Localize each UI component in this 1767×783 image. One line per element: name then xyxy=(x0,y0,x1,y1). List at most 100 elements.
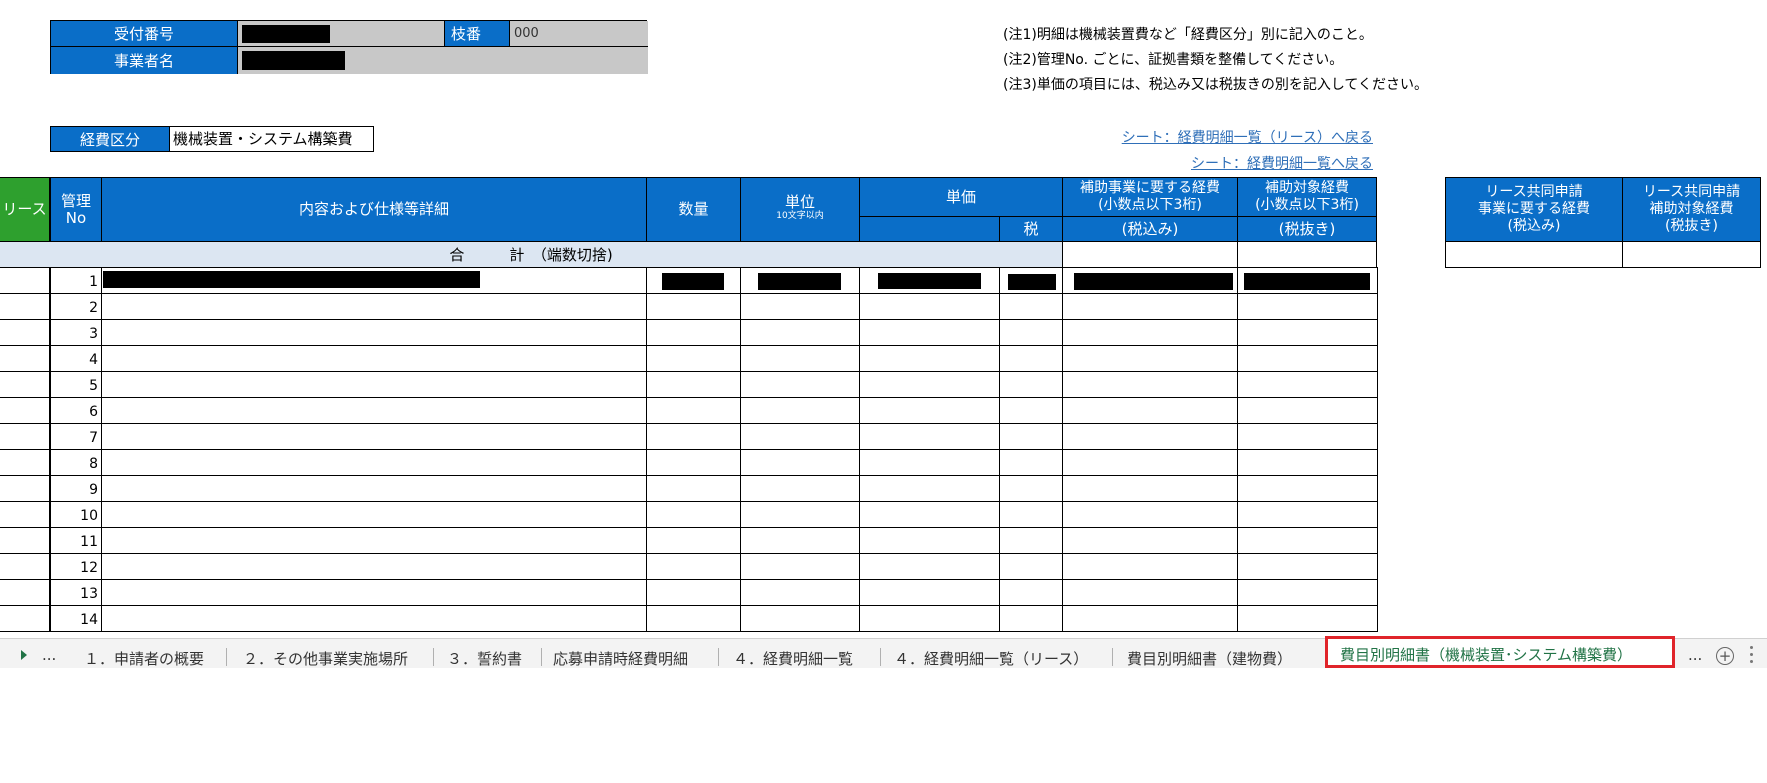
unit-cell[interactable] xyxy=(740,345,860,372)
unit-cell[interactable] xyxy=(740,605,860,632)
lease-cell[interactable] xyxy=(0,475,50,502)
unit-cell[interactable] xyxy=(740,449,860,476)
lease-cell[interactable] xyxy=(0,397,50,424)
price-cell[interactable] xyxy=(859,605,1000,632)
mgmt-no-cell[interactable]: 2 xyxy=(50,293,102,320)
mgmt-no-cell[interactable]: 8 xyxy=(50,449,102,476)
total-a-cell[interactable] xyxy=(1062,475,1238,502)
mgmt-no-cell[interactable]: 14 xyxy=(50,605,102,632)
price-cell[interactable] xyxy=(859,397,1000,424)
total-b-cell[interactable] xyxy=(1237,475,1378,502)
total-b-cell[interactable] xyxy=(1237,423,1378,450)
tax-cell[interactable] xyxy=(999,449,1063,476)
lease-cell[interactable] xyxy=(0,345,50,372)
tab-expense-list-lease[interactable]: ４．経費明細一覧（リース） xyxy=(894,648,1088,668)
lease-cell[interactable] xyxy=(0,527,50,554)
business-name-field[interactable] xyxy=(238,47,648,74)
total-b-cell[interactable] xyxy=(1237,397,1378,424)
quantity-cell[interactable] xyxy=(646,449,741,476)
quantity-cell[interactable] xyxy=(646,579,741,606)
quantity-cell[interactable] xyxy=(646,475,741,502)
detail-cell[interactable] xyxy=(101,397,647,424)
mgmt-no-cell[interactable]: 9 xyxy=(50,475,102,502)
lease-cell[interactable] xyxy=(0,605,50,632)
quantity-cell[interactable] xyxy=(646,553,741,580)
unit-cell[interactable] xyxy=(740,319,860,346)
tab-building-expense[interactable]: 費目別明細書（建物費） xyxy=(1127,648,1292,668)
lease-cell[interactable] xyxy=(0,501,50,528)
quantity-cell[interactable] xyxy=(646,501,741,528)
price-cell[interactable] xyxy=(859,527,1000,554)
total-a-cell[interactable] xyxy=(1062,449,1238,476)
mgmt-no-cell[interactable]: 5 xyxy=(50,371,102,398)
price-cell[interactable] xyxy=(859,345,1000,372)
total-a-cell[interactable] xyxy=(1062,605,1238,632)
tab-application-expense[interactable]: 応募申請時経費明細 xyxy=(553,648,688,668)
price-cell[interactable] xyxy=(859,423,1000,450)
detail-cell[interactable] xyxy=(101,293,647,320)
side-col-b-cell[interactable] xyxy=(1622,241,1761,268)
unit-cell[interactable] xyxy=(740,475,860,502)
tab-machinery-expense-active[interactable]: 費目別明細書（機械装置･システム構築費） xyxy=(1325,636,1675,668)
total-b-cell[interactable] xyxy=(1237,293,1378,320)
sum-total-b-cell[interactable] xyxy=(1237,241,1377,268)
total-b-cell[interactable] xyxy=(1237,579,1378,606)
mgmt-no-cell[interactable]: 10 xyxy=(50,501,102,528)
unit-cell[interactable] xyxy=(740,293,860,320)
mgmt-no-cell[interactable]: 3 xyxy=(50,319,102,346)
total-b-cell[interactable] xyxy=(1237,501,1378,528)
lease-cell[interactable] xyxy=(0,423,50,450)
tax-cell[interactable] xyxy=(999,293,1063,320)
lease-cell[interactable] xyxy=(0,371,50,398)
total-b-cell[interactable] xyxy=(1237,345,1378,372)
scroll-right-arrow-icon[interactable] xyxy=(21,650,27,660)
total-a-cell[interactable] xyxy=(1062,319,1238,346)
detail-cell[interactable] xyxy=(101,553,647,580)
unit-cell[interactable] xyxy=(740,423,860,450)
tax-cell[interactable] xyxy=(999,423,1063,450)
mgmt-no-cell[interactable]: 6 xyxy=(50,397,102,424)
detail-cell[interactable] xyxy=(101,475,647,502)
detail-cell[interactable] xyxy=(101,371,647,398)
total-a-cell[interactable] xyxy=(1062,423,1238,450)
tax-cell[interactable] xyxy=(999,527,1063,554)
detail-cell[interactable] xyxy=(101,527,647,554)
price-cell[interactable] xyxy=(859,553,1000,580)
back-to-list-link[interactable]: シート：経費明細一覧へ戻る xyxy=(1080,153,1373,173)
unit-cell[interactable] xyxy=(740,579,860,606)
total-b-cell[interactable] xyxy=(1237,605,1378,632)
detail-cell[interactable] xyxy=(101,319,647,346)
total-b-cell[interactable] xyxy=(1237,449,1378,476)
tab-pledge[interactable]: ３．誓約書 xyxy=(447,648,522,668)
price-cell[interactable] xyxy=(859,501,1000,528)
tax-cell[interactable] xyxy=(999,345,1063,372)
lease-cell[interactable] xyxy=(0,579,50,606)
lease-cell[interactable] xyxy=(0,267,50,294)
tax-cell[interactable] xyxy=(999,475,1063,502)
detail-cell[interactable] xyxy=(101,423,647,450)
total-a-cell[interactable] xyxy=(1062,371,1238,398)
unit-cell[interactable] xyxy=(740,397,860,424)
tab-applicant-overview[interactable]: １．申請者の概要 xyxy=(84,648,204,668)
tax-cell[interactable] xyxy=(999,605,1063,632)
quantity-cell[interactable] xyxy=(646,293,741,320)
tax-cell[interactable] xyxy=(999,553,1063,580)
quantity-cell[interactable] xyxy=(646,397,741,424)
total-a-cell[interactable] xyxy=(1062,579,1238,606)
unit-cell[interactable] xyxy=(740,501,860,528)
total-a-cell[interactable] xyxy=(1062,293,1238,320)
sum-total-a-cell[interactable] xyxy=(1062,241,1238,268)
tax-cell[interactable] xyxy=(999,371,1063,398)
total-a-cell[interactable] xyxy=(1062,553,1238,580)
lease-cell[interactable] xyxy=(0,553,50,580)
quantity-cell[interactable] xyxy=(646,319,741,346)
lease-cell[interactable] xyxy=(0,293,50,320)
add-sheet-icon[interactable]: + xyxy=(1716,647,1734,665)
tax-cell[interactable] xyxy=(999,397,1063,424)
tax-cell[interactable] xyxy=(999,579,1063,606)
detail-cell[interactable] xyxy=(101,579,647,606)
total-a-cell[interactable] xyxy=(1062,397,1238,424)
mgmt-no-cell[interactable]: 12 xyxy=(50,553,102,580)
tax-cell[interactable] xyxy=(999,319,1063,346)
detail-cell[interactable] xyxy=(101,501,647,528)
